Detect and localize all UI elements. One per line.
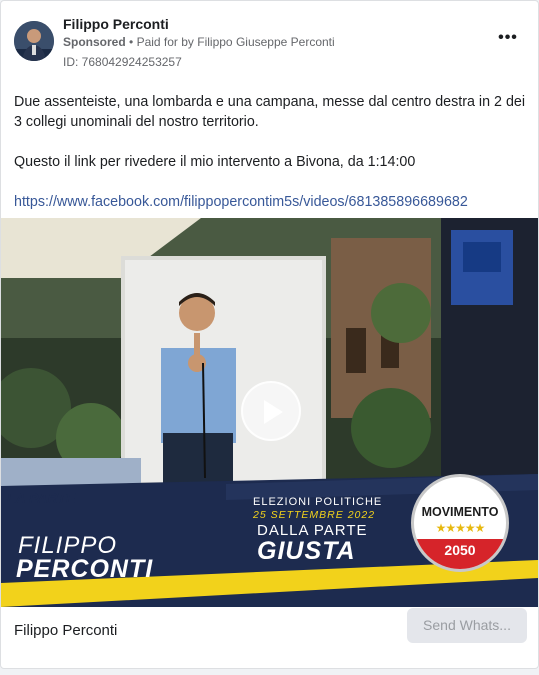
play-icon — [264, 400, 283, 424]
banner-line-2: 25 SETTEMBRE 2022 — [253, 509, 376, 521]
logo-wordmark: MOVIMENTO — [421, 505, 499, 519]
left-banner-text: LA PARTE — [7, 490, 76, 506]
banner-line-1: ELEZIONI POLITICHE — [253, 496, 383, 508]
more-options-icon[interactable]: ••• — [497, 30, 519, 51]
post-link[interactable]: https://www.facebook.com/filippoperconti… — [14, 194, 468, 210]
footer-page-name[interactable]: Filippo Perconti — [14, 622, 117, 639]
post-text: Due assenteiste, una lombarda e una camp… — [14, 92, 529, 232]
page-avatar[interactable] — [14, 21, 54, 61]
paid-for-label: Paid for by Filippo Giuseppe Perconti — [136, 35, 335, 49]
logo-year: 2050 — [444, 542, 476, 558]
ad-card: Filippo Perconti Sponsored • Paid for by… — [0, 0, 539, 669]
post-paragraph: Due assenteiste, una lombarda e una camp… — [14, 94, 526, 130]
send-whatsapp-button[interactable]: Send Whats... — [407, 608, 527, 643]
page-name[interactable]: Filippo Perconti — [63, 16, 169, 32]
play-button[interactable] — [241, 381, 301, 441]
video-thumbnail[interactable]: LA PARTE FILIPPO PERCONTI ELEZIONI POLIT… — [1, 218, 538, 607]
sponsored-label: Sponsored — [63, 35, 126, 49]
banner-line-4: GIUSTA — [257, 537, 356, 565]
logo-stars: ★★★★★ — [435, 521, 486, 535]
meta-separator: • — [129, 35, 137, 49]
post-paragraph: Questo il link per rivedere il mio inter… — [14, 154, 416, 170]
logo-year-band: 2050 — [414, 539, 506, 569]
party-logo: MOVIMENTO ★★★★★ 2050 — [411, 474, 509, 572]
ad-id: ID: 768042924253257 — [63, 55, 182, 69]
sponsored-line: Sponsored • Paid for by Filippo Giuseppe… — [63, 35, 335, 49]
candidate-last-name: PERCONTI — [16, 555, 154, 583]
